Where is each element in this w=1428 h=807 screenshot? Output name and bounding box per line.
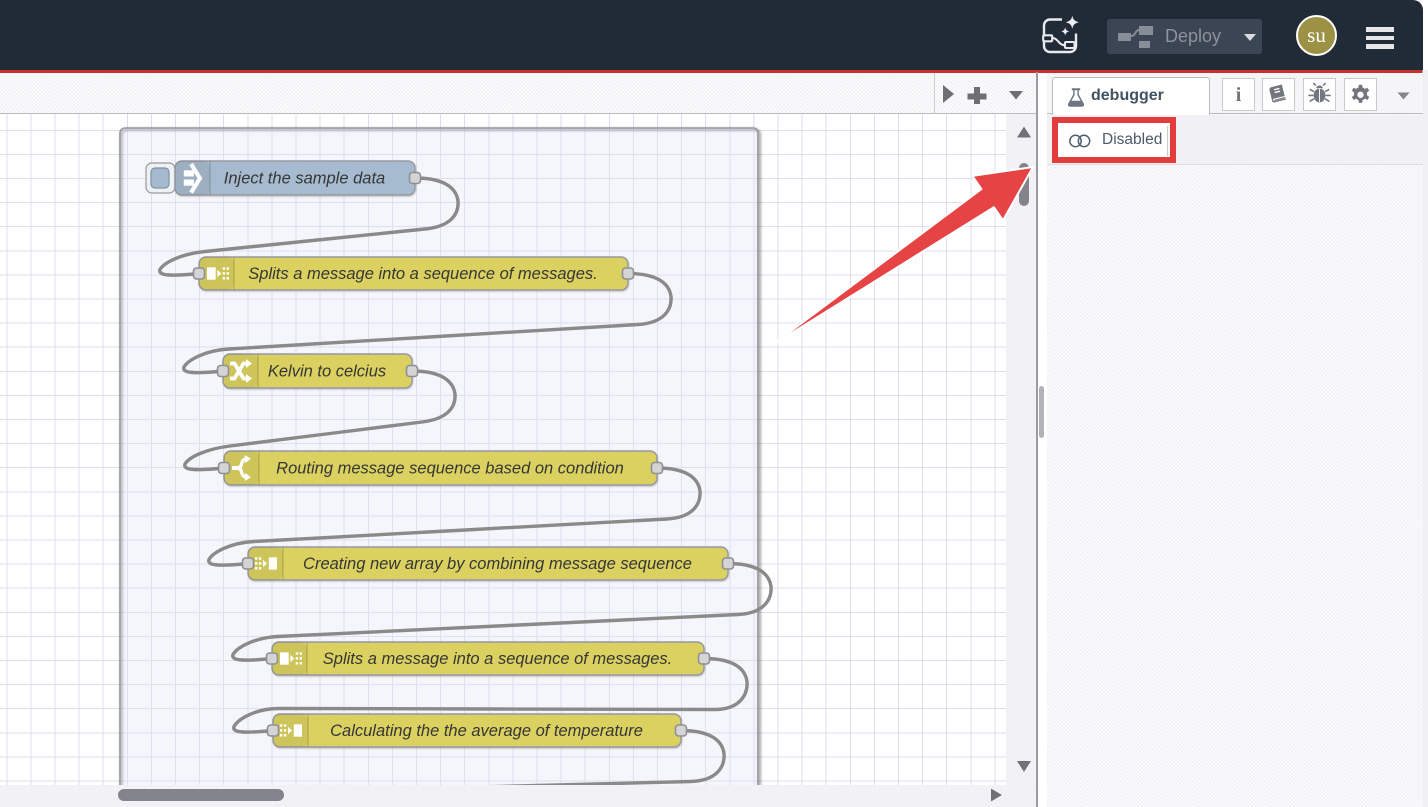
svg-text:Routing message sequence based: Routing message sequence based on condit… — [276, 460, 624, 478]
svg-text:Calculating the the average of: Calculating the the average of temperatu… — [330, 722, 643, 740]
svg-text:Creating new array by combinin: Creating new array by combining message … — [303, 555, 692, 573]
svg-text:Inject the sample data: Inject the sample data — [224, 170, 385, 188]
svg-text:Splits a message into a sequen: Splits a message into a sequence of mess… — [248, 265, 597, 283]
svg-text:Splits a message into a sequen: Splits a message into a sequence of mess… — [323, 650, 672, 668]
svg-text:i: i — [1236, 84, 1242, 106]
svg-text:Kelvin to celcius: Kelvin to celcius — [268, 363, 386, 381]
